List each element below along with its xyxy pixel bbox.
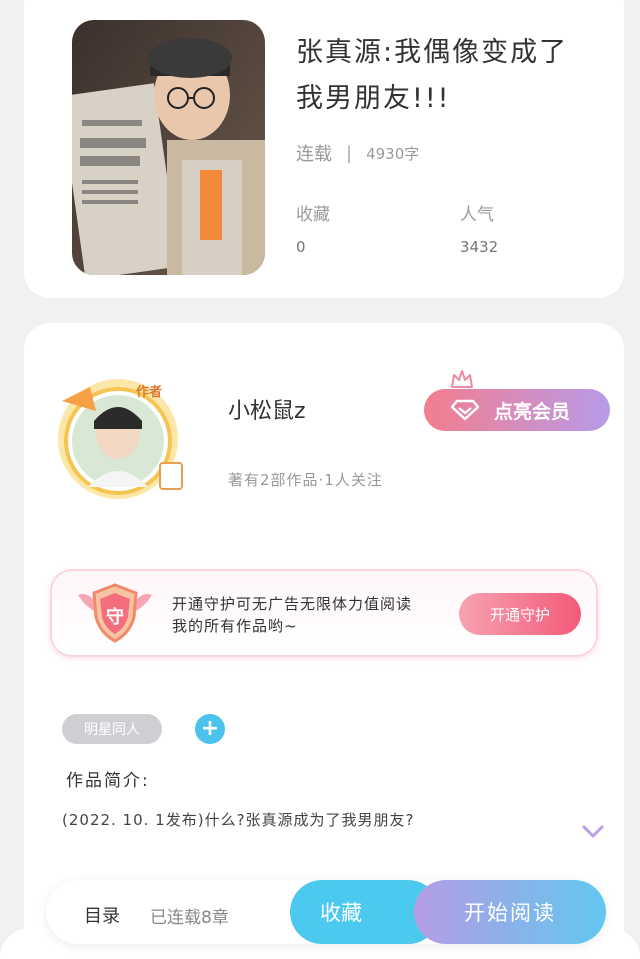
- vip-button-label: 点亮会员: [494, 400, 571, 423]
- add-tag-button[interactable]: +: [195, 714, 225, 744]
- popularity-label: 人气: [460, 205, 494, 225]
- chapter-count: 已连载8章: [150, 908, 229, 928]
- chevron-down-icon[interactable]: [582, 825, 604, 839]
- diamond-icon: [450, 399, 480, 421]
- plus-icon: +: [200, 716, 220, 741]
- bottom-action-bar: 目录 已连载8章 收藏 开始阅读: [46, 880, 606, 944]
- author-works-followers: 著有2部作品·1人关注: [228, 471, 383, 489]
- author-avatar[interactable]: 作者: [52, 371, 184, 503]
- book-cover-image[interactable]: [72, 20, 265, 275]
- meta-separator: |: [346, 142, 353, 164]
- popularity-count: 3432: [460, 238, 499, 256]
- book-title: 张真源:我偶像变成了我男朋友!!!: [296, 37, 569, 114]
- author-card: 作者 小松鼠z 著有2部作品·1人关注 点亮会员 守 开通守护可无广告无限体力值…: [24, 323, 624, 959]
- intro-text: (2022. 10. 1发布)什么?张真源成为了我男朋友?: [62, 811, 415, 829]
- tag-chip[interactable]: 明星同人: [62, 714, 162, 744]
- favorites-label: 收藏: [296, 205, 330, 225]
- book-meta: 连载 | 4930字: [296, 140, 419, 166]
- toc-button[interactable]: 目录: [84, 902, 120, 928]
- book-info-card: 张真源:我偶像变成了我男朋友!!! 连载 | 4930字 收藏 0 人气 343…: [24, 0, 624, 298]
- intro-heading: 作品简介:: [66, 771, 150, 791]
- author-badge: 作者: [136, 385, 163, 400]
- vip-button[interactable]: 点亮会员: [424, 389, 610, 431]
- open-guard-button[interactable]: 开通守护: [459, 593, 581, 635]
- guard-promo: 守 开通守护可无广告无限体力值阅读我的所有作品哟~ 开通守护: [50, 569, 598, 657]
- start-reading-button[interactable]: 开始阅读: [414, 880, 606, 944]
- word-count: 4930字: [366, 144, 420, 163]
- crown-icon: [451, 370, 473, 388]
- author-name[interactable]: 小松鼠z: [228, 393, 306, 425]
- guard-icon-char: 守: [106, 607, 124, 628]
- guard-promo-text: 开通守护可无广告无限体力值阅读我的所有作品哟~: [172, 595, 413, 635]
- favorites-count: 0: [296, 238, 306, 256]
- status-label: 连载: [296, 144, 332, 165]
